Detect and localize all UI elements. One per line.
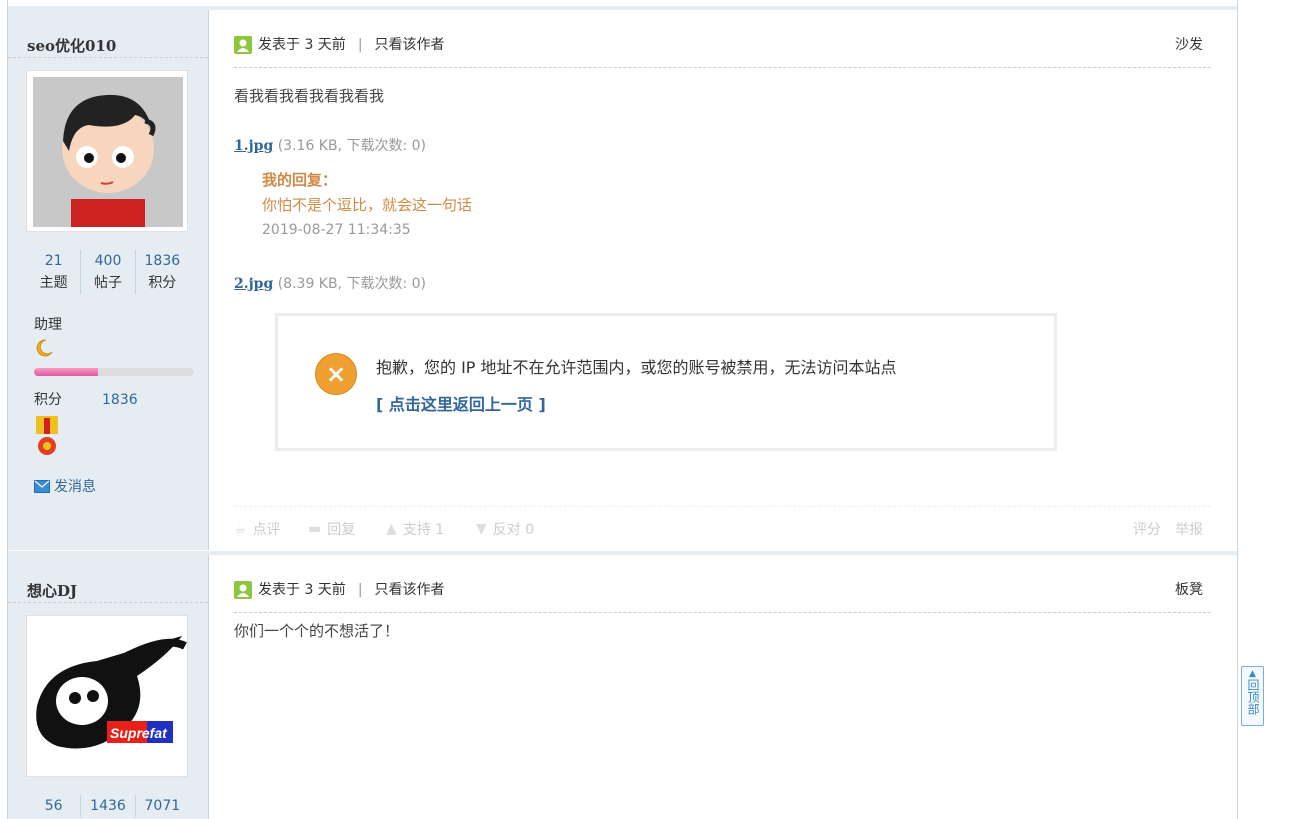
post-time: 发表于 3 天前 bbox=[258, 37, 346, 53]
stat-threads[interactable]: 21 主题 bbox=[27, 250, 80, 294]
back-to-top-button[interactable]: ▲ 回顶部 bbox=[1241, 666, 1264, 726]
post-content: 你们一个个的不想活了！ bbox=[234, 622, 400, 640]
reply-content: 你怕不是个逗比，就会这一句话 bbox=[262, 196, 473, 214]
thread: seo优化010 21 主题 400 帖子 1836 积分 助理 积分 1836… bbox=[7, 0, 1238, 819]
medal-icon[interactable] bbox=[34, 416, 60, 464]
post-main: 发表于 3 天前 | 只看该作者 沙发 看我看我看我看我看我 1.jpg (3.16… bbox=[234, 10, 1211, 550]
cartoon-boy-avatar-icon bbox=[33, 77, 183, 227]
oppose-button[interactable]: ▼ 反对 0 bbox=[476, 519, 534, 539]
stat-credits[interactable]: 1836 积分 bbox=[134, 250, 189, 294]
moon-icon bbox=[34, 338, 54, 362]
online-status-icon bbox=[234, 581, 252, 599]
rank-progress-fill bbox=[34, 368, 98, 376]
attachment-1: 1.jpg (3.16 KB, 下载次数: 0) bbox=[234, 135, 426, 155]
author-name[interactable]: 想心DJ bbox=[27, 580, 77, 601]
comment-icon: ☕ bbox=[234, 521, 247, 537]
up-arrow-icon: ▲ bbox=[1249, 669, 1256, 679]
reply-image: 我的回复： 你怕不是个逗比，就会这一句话 2019-08-27 11:34:35 bbox=[262, 168, 472, 243]
author-stats: 56 1436 7071 bbox=[27, 795, 189, 817]
error-image: × 抱歉，您的 IP 地址不在允许范围内，或您的账号被禁用，无法访问本站点 [ … bbox=[275, 313, 1057, 451]
post-meta: 发表于 3 天前 | 只看该作者 沙发 bbox=[234, 34, 1211, 56]
thumbs-down-arrow-icon: ▼ bbox=[476, 521, 487, 537]
rank-progress-bar bbox=[34, 368, 194, 376]
post-1: seo优化010 21 主题 400 帖子 1836 积分 助理 积分 1836… bbox=[8, 10, 1237, 550]
attachment-link[interactable]: 2.jpg bbox=[234, 276, 273, 292]
report-button[interactable]: 举报 bbox=[1175, 522, 1203, 538]
stat-posts[interactable]: 1436 bbox=[80, 795, 134, 817]
credit-value[interactable]: 1836 bbox=[102, 392, 138, 408]
floor-number[interactable]: 板凳 bbox=[1175, 579, 1203, 599]
error-message: 抱歉，您的 IP 地址不在允许范围内，或您的账号被禁用，无法访问本站点 bbox=[376, 358, 897, 377]
author-name[interactable]: seo优化010 bbox=[27, 35, 116, 56]
panda-suprefat-avatar-icon: Suprefat bbox=[27, 616, 187, 776]
only-author-link[interactable]: 只看该作者 bbox=[375, 37, 445, 53]
rate-button[interactable]: 评分 bbox=[1133, 522, 1161, 538]
divider bbox=[234, 67, 1211, 68]
error-x-icon: × bbox=[315, 353, 357, 395]
reply-title: 我的回复： bbox=[262, 171, 338, 189]
post-time: 发表于 3 天前 bbox=[258, 582, 346, 598]
author-sidebar: 想心DJ Suprefat 56 1436 7071 bbox=[8, 555, 209, 819]
stat-posts[interactable]: 400 帖子 bbox=[80, 250, 134, 294]
thumbs-up-arrow-icon: ▲ bbox=[386, 521, 397, 537]
attachment-2: 2.jpg (8.39 KB, 下载次数: 0) bbox=[234, 273, 426, 293]
post-meta: 发表于 3 天前 | 只看该作者 板凳 bbox=[234, 579, 1211, 601]
send-message-link[interactable]: 发消息 bbox=[34, 476, 96, 496]
stat-credits[interactable]: 7071 bbox=[134, 795, 189, 817]
reply-date: 2019-08-27 11:34:35 bbox=[262, 222, 411, 238]
post-actions-right: 评分 举报 bbox=[1133, 519, 1203, 539]
divider bbox=[8, 602, 208, 604]
stat-threads[interactable]: 56 bbox=[27, 795, 80, 817]
credit-row: 积分 1836 bbox=[34, 389, 138, 409]
user-rank: 助理 bbox=[34, 317, 62, 333]
speech-bubble-icon: ▬ bbox=[308, 521, 322, 537]
back-to-top-label: 回顶部 bbox=[1246, 679, 1260, 715]
attachment-info: (8.39 KB, 下载次数: 0) bbox=[277, 276, 427, 292]
avatar-brand-text: Suprefat bbox=[110, 725, 168, 741]
divider bbox=[234, 612, 1211, 613]
support-button[interactable]: ▲ 支持 1 bbox=[386, 519, 444, 539]
post-actions: ☕ 点评 ▬ 回复 ▲ 支持 1 ▼ 反对 0 评分 举报 bbox=[234, 506, 1211, 546]
online-status-icon bbox=[234, 36, 252, 54]
post-2: 想心DJ Suprefat 56 1436 7071 发表于 3 天前 | 只看… bbox=[8, 555, 1237, 819]
attachment-link[interactable]: 1.jpg bbox=[234, 138, 273, 154]
only-author-link[interactable]: 只看该作者 bbox=[375, 582, 445, 598]
author-sidebar: seo优化010 21 主题 400 帖子 1836 积分 助理 积分 1836… bbox=[8, 10, 209, 550]
envelope-icon bbox=[34, 479, 50, 493]
divider bbox=[8, 57, 208, 59]
floor-number[interactable]: 沙发 bbox=[1175, 34, 1203, 54]
avatar[interactable]: Suprefat bbox=[27, 616, 187, 776]
post-content: 看我看我看我看我看我 bbox=[234, 87, 385, 105]
go-back-link[interactable]: [ 点击这里返回上一页 ] bbox=[376, 391, 546, 415]
credit-label: 积分 bbox=[34, 392, 62, 408]
attachment-info: (3.16 KB, 下载次数: 0) bbox=[277, 138, 427, 154]
reply-button[interactable]: ▬ 回复 bbox=[308, 519, 355, 539]
author-stats: 21 主题 400 帖子 1836 积分 bbox=[27, 250, 189, 294]
comment-button[interactable]: ☕ 点评 bbox=[234, 519, 281, 539]
avatar[interactable] bbox=[27, 71, 187, 231]
post-main: 发表于 3 天前 | 只看该作者 板凳 你们一个个的不想活了！ bbox=[234, 555, 1211, 819]
